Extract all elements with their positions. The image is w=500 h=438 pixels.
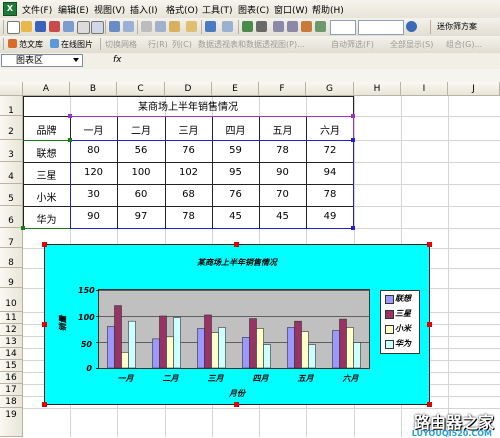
bar-0-3[interactable]: [242, 337, 250, 369]
bar-2-5[interactable]: [346, 327, 354, 369]
bar-3-0[interactable]: [128, 320, 136, 369]
y-tick-label: 50: [80, 340, 92, 349]
bar-3-2[interactable]: [218, 327, 226, 369]
bar-3-1[interactable]: [173, 317, 181, 369]
x-tick-label: 五月: [297, 374, 314, 383]
bar-3-3[interactable]: [263, 344, 271, 369]
bar-2-0[interactable]: [121, 352, 129, 369]
legend-swatch-samsung: [385, 310, 394, 319]
bar-2-1[interactable]: [166, 336, 174, 369]
bar-1-4[interactable]: [294, 320, 302, 369]
bar-0-1[interactable]: [152, 338, 160, 369]
legend-label: 小米: [395, 324, 411, 333]
bar-0-4[interactable]: [287, 327, 295, 369]
bar-3-4[interactable]: [308, 344, 316, 369]
bar-2-2[interactable]: [211, 332, 219, 369]
x-tick-label: 二月: [162, 374, 179, 383]
bar-1-3[interactable]: [249, 318, 257, 369]
bar-2-4[interactable]: [301, 331, 309, 369]
x-tick-label: 一月: [117, 374, 134, 383]
bar-0-2[interactable]: [197, 328, 205, 369]
legend-swatch-lenovo: [385, 295, 394, 304]
bar-1-2[interactable]: [204, 314, 212, 369]
bar-0-0[interactable]: [107, 326, 115, 369]
chart-svg: [96, 290, 369, 369]
bar-2-3[interactable]: [256, 328, 264, 369]
bar-0-5[interactable]: [332, 330, 340, 369]
y-tick-label: 100: [78, 313, 95, 322]
x-tick-label: 三月: [207, 374, 224, 383]
legend-label: 三星: [395, 309, 411, 318]
bar-1-5[interactable]: [339, 318, 347, 369]
y-tick-label: 150: [78, 286, 95, 295]
y-axis-label[interactable]: 销量: [58, 312, 69, 336]
legend-swatch-xiaomi: [385, 325, 394, 334]
x-axis-label[interactable]: 月份: [222, 388, 252, 399]
bar-3-5[interactable]: [353, 342, 361, 369]
legend-label: 联想: [395, 294, 411, 303]
x-tick-label: 六月: [342, 374, 359, 383]
legend-label: 华为: [395, 339, 411, 348]
x-tick-label: 四月: [252, 374, 269, 383]
legend-swatch-huawei: [385, 340, 394, 349]
bar-1-0[interactable]: [114, 305, 122, 369]
chart-legend[interactable]: 联想 三星 小米 华为: [380, 290, 420, 354]
bar-1-1[interactable]: [159, 315, 167, 369]
y-tick-label: 0: [86, 364, 92, 373]
